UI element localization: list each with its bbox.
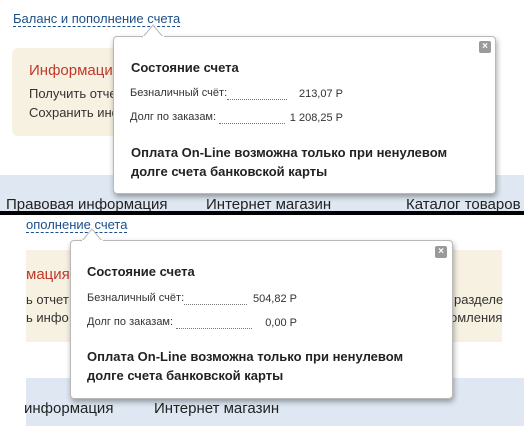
popup-title: Состояние счета — [131, 60, 239, 75]
balance-link[interactable]: ополнение счета — [26, 217, 128, 233]
online-payment-note: Оплата On-Line возможна только при ненул… — [131, 145, 448, 179]
order-debt-label: Долг по заказам: — [87, 316, 174, 328]
cashless-balance-label: Безналичный счёт: — [87, 292, 185, 304]
info-title: Информация — [29, 62, 121, 79]
popup-pointer — [80, 228, 104, 243]
popup-pointer — [141, 24, 165, 39]
info-link-report[interactable]: Получить отчет — [29, 86, 122, 101]
nav-item-shop[interactable]: Интернет магазин — [154, 400, 279, 417]
online-payment-note: Оплата On-Line возможна только при ненул… — [87, 349, 404, 383]
balance-link-text[interactable]: ополнение счета — [26, 217, 128, 233]
order-debt-value: 0,00 Р — [265, 317, 297, 329]
info-right-text: омления — [450, 310, 503, 325]
cashless-balance-value: 213,07 Р — [298, 88, 343, 100]
nav-item-legal[interactable]: Правовая информация — [6, 196, 167, 212]
nav-item-catalog[interactable]: Каталог товаров — [406, 196, 521, 212]
info-link-save[interactable]: ь инфо — [26, 310, 69, 325]
leader-dots — [219, 123, 285, 124]
leader-dots — [176, 328, 252, 329]
nav-item-legal[interactable]: информация — [24, 400, 113, 417]
close-icon[interactable]: × — [479, 41, 491, 53]
order-debt-value: 1 208,25 Р — [289, 112, 343, 124]
info-right-text: разделе — [454, 292, 504, 307]
cashless-balance-label: Безналичный счёт: — [130, 87, 228, 99]
info-link-report[interactable]: ь отчет — [26, 292, 69, 307]
account-status-popup: × Состояние счета Безналичный счёт: 213,… — [113, 36, 496, 194]
cashless-balance-value: 504,82 Р — [252, 293, 297, 305]
leader-dots — [184, 304, 247, 305]
screenshot-panel-1: Баланс и пополнение счета Информация Пол… — [0, 0, 524, 212]
order-debt-label: Долг по заказам: — [130, 111, 217, 123]
popup-title: Состояние счета — [87, 264, 195, 279]
leader-dots — [227, 99, 287, 100]
close-icon[interactable]: × — [435, 246, 447, 258]
info-title: мация — [26, 266, 70, 283]
nav-item-shop[interactable]: Интернет магазин — [206, 196, 331, 212]
screenshot-panel-2: ополнение счета мация ь отчет ь инфо раз… — [0, 215, 524, 426]
account-status-popup: × Состояние счета Безналичный счёт: 504,… — [70, 240, 453, 399]
